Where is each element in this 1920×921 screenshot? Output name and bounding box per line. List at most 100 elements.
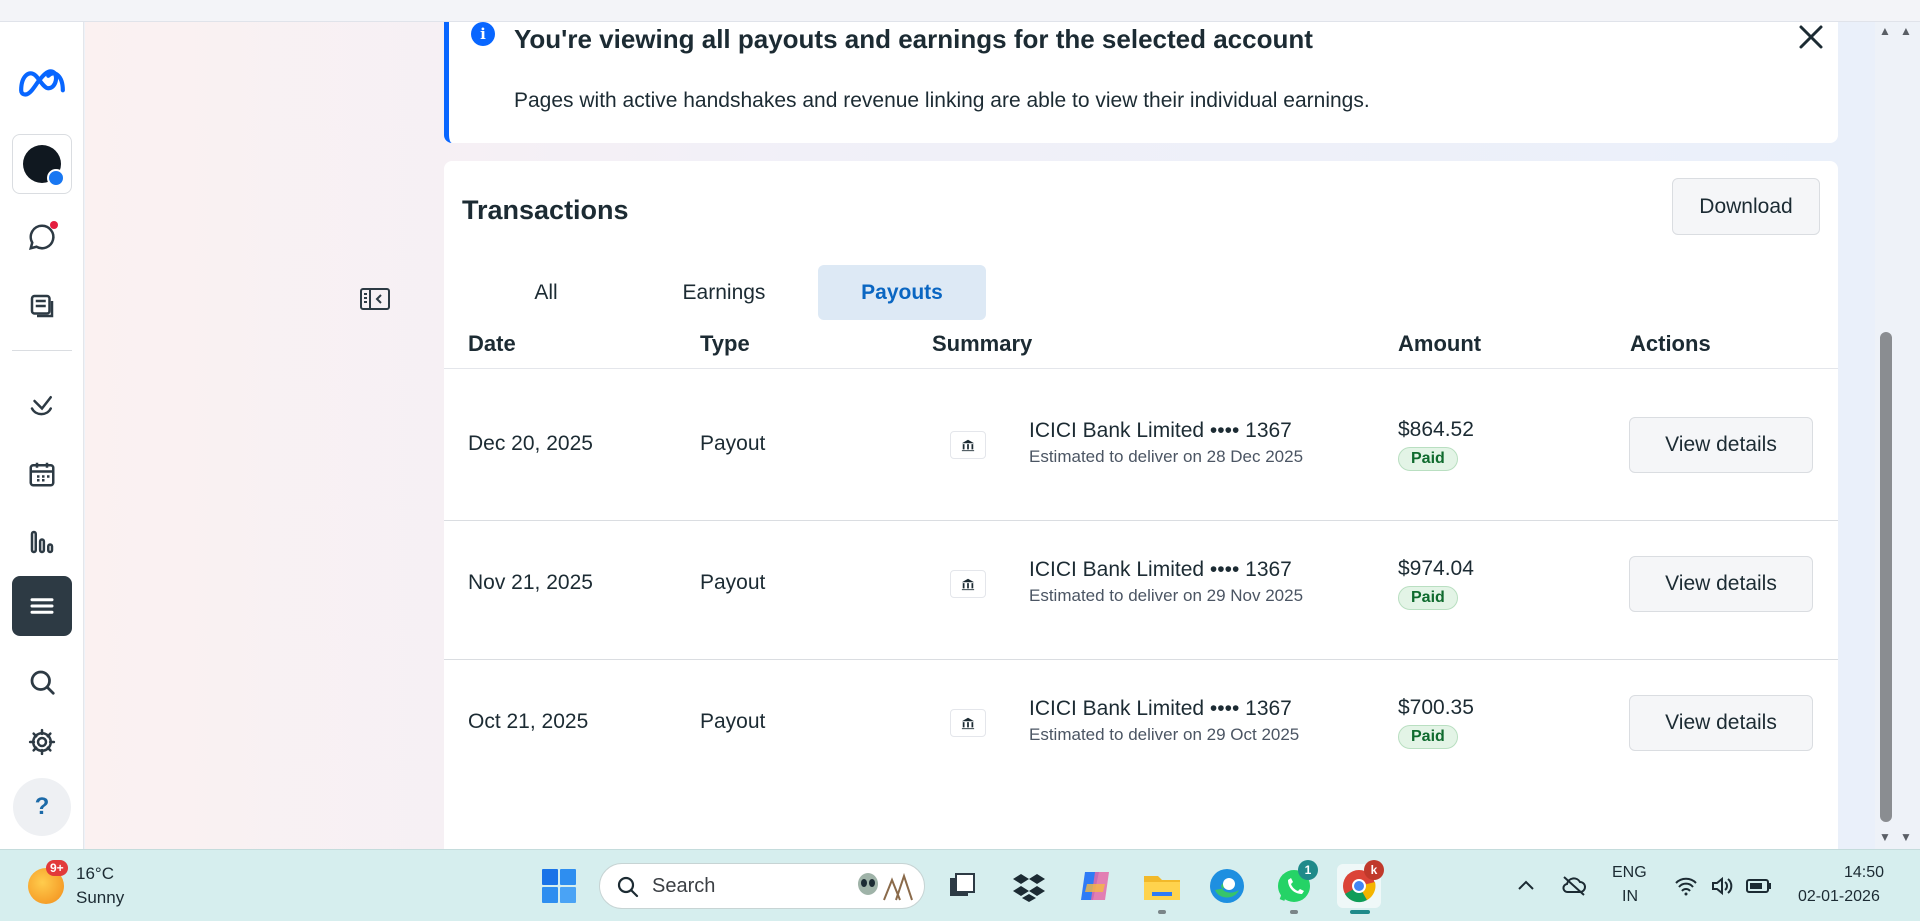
banner-title: You're viewing all payouts and earnings … — [514, 24, 1313, 54]
language-indicator-top[interactable]: ENG — [1612, 864, 1647, 882]
scroll-up-arrow-icon[interactable]: ▲ — [1900, 24, 1912, 38]
windows-start-icon[interactable] — [541, 868, 577, 904]
row-date: Oct 21, 2025 — [468, 710, 589, 733]
gear-icon — [28, 728, 56, 756]
meta-logo-icon — [19, 69, 65, 97]
edge-app[interactable] — [1205, 864, 1249, 908]
table-row: Oct 21, 2025 Payout ICICI Bank Limited •… — [444, 660, 1838, 799]
all-tools-button[interactable] — [12, 576, 72, 636]
taskbar-search[interactable] — [599, 863, 925, 909]
task-view-button[interactable] — [940, 864, 984, 908]
pen-swirl-icon — [30, 396, 52, 416]
help-icon: ? — [34, 793, 50, 820]
meta-logo-button[interactable] — [12, 52, 72, 112]
delivery-estimate: Estimated to deliver on 29 Nov 2025 — [1029, 586, 1304, 605]
transactions-card: Transactions Download All Earnings Payou… — [444, 161, 1838, 849]
scroll-up-arrow-icon[interactable]: ▲ — [1879, 24, 1891, 38]
folder-icon — [1144, 876, 1180, 900]
account-avatar-button[interactable] — [12, 134, 72, 194]
info-icon: i — [471, 22, 495, 46]
chrome-profile-badge: k — [1364, 860, 1384, 880]
bar-chart-icon — [30, 530, 54, 554]
chevron-up-icon[interactable] — [1516, 876, 1536, 896]
status-badge: Paid — [1398, 725, 1458, 749]
column-header-date[interactable]: Date — [468, 331, 516, 357]
collapse-sidebar-icon[interactable] — [360, 288, 390, 310]
task-view-icon — [950, 873, 975, 896]
whatsapp-unread-badge: 1 — [1298, 860, 1318, 880]
settings-button[interactable] — [12, 712, 72, 772]
taskbar-search-input[interactable] — [652, 872, 812, 900]
browser-tab-strip — [0, 0, 1920, 22]
insights-button[interactable] — [12, 512, 72, 572]
search-highlight-icon — [858, 872, 913, 901]
view-details-button[interactable]: View details — [1629, 556, 1813, 612]
row-amount: $974.04 — [1398, 557, 1474, 580]
row-amount: $864.52 — [1398, 418, 1474, 441]
table-row: Nov 21, 2025 Payout ICICI Bank Limited •… — [444, 521, 1838, 660]
avatar — [23, 145, 65, 187]
language-indicator-bottom[interactable]: IN — [1622, 888, 1638, 906]
table-row: Dec 20, 2025 Payout ICICI Bank Limited •… — [444, 382, 1838, 521]
search-button[interactable] — [12, 652, 72, 712]
bank-account: ICICI Bank Limited •••• 1367 — [1029, 419, 1292, 442]
help-button[interactable]: ? — [13, 778, 71, 836]
view-details-button[interactable]: View details — [1629, 695, 1813, 751]
copilot-app[interactable] — [1073, 864, 1117, 908]
planner-button[interactable] — [12, 444, 72, 504]
tab-all[interactable]: All — [462, 265, 630, 320]
bank-icon — [950, 431, 986, 459]
close-icon[interactable] — [1796, 22, 1826, 52]
row-type: Payout — [700, 571, 766, 594]
wifi-icon[interactable] — [1674, 876, 1698, 896]
scroll-down-arrow-icon[interactable]: ▼ — [1879, 830, 1891, 844]
info-banner: i You're viewing all payouts and earning… — [444, 22, 1838, 143]
column-header-amount[interactable]: Amount — [1398, 331, 1481, 357]
cloud-offline-icon[interactable] — [1561, 874, 1587, 898]
dropbox-app[interactable] — [1007, 864, 1051, 908]
banner-text: Pages with active handshakes and revenue… — [514, 89, 1370, 112]
active-indicator — [1350, 910, 1370, 914]
rail-divider — [12, 350, 72, 351]
scroll-down-arrow-icon[interactable]: ▼ — [1900, 830, 1912, 844]
row-type: Payout — [700, 710, 766, 733]
column-header-actions: Actions — [1630, 331, 1711, 356]
section-title: Transactions — [462, 195, 629, 225]
search-icon — [30, 670, 55, 695]
tab-payouts[interactable]: Payouts — [818, 265, 986, 320]
scrollbar-thumb[interactable] — [1880, 332, 1892, 822]
delivery-estimate: Estimated to deliver on 28 Dec 2025 — [1029, 447, 1304, 466]
running-indicator — [1158, 910, 1166, 914]
search-icon — [617, 876, 639, 898]
status-badge: Paid — [1398, 586, 1458, 610]
transaction-tabs: All Earnings Payouts — [462, 265, 996, 320]
weather-badge: 9+ — [46, 860, 68, 876]
running-indicator — [1290, 910, 1298, 914]
hamburger-menu-icon — [30, 598, 54, 614]
download-button[interactable]: Download — [1672, 178, 1820, 235]
left-nav-rail: ? — [0, 22, 84, 849]
copilot-icon — [1081, 872, 1109, 900]
edge-browser-icon — [1210, 869, 1244, 903]
clock-time[interactable]: 14:50 — [1844, 864, 1884, 882]
clock-date[interactable]: 02-01-2026 — [1798, 888, 1880, 906]
calendar-icon — [29, 462, 55, 487]
weather-temperature[interactable]: 16°C — [76, 864, 114, 884]
inbox-button[interactable] — [12, 207, 72, 267]
tab-earnings[interactable]: Earnings — [640, 265, 808, 320]
volume-icon[interactable] — [1710, 876, 1734, 896]
weather-condition[interactable]: Sunny — [76, 888, 124, 908]
facebook-badge-icon — [47, 169, 65, 187]
table-header: Date Type Summary Amount Actions — [444, 325, 1838, 369]
delivery-estimate: Estimated to deliver on 29 Oct 2025 — [1029, 725, 1300, 744]
windows-taskbar: 9+ 16°C Sunny 1 k ENG IN — [0, 849, 1920, 921]
battery-icon[interactable] — [1746, 878, 1772, 894]
column-header-type[interactable]: Type — [700, 331, 750, 357]
file-explorer-app[interactable] — [1140, 864, 1184, 908]
content-library-icon — [30, 294, 54, 318]
content-button[interactable] — [12, 276, 72, 336]
create-post-button[interactable] — [12, 376, 72, 436]
view-details-button[interactable]: View details — [1629, 417, 1813, 473]
column-header-summary[interactable]: Summary — [932, 331, 1032, 357]
status-badge: Paid — [1398, 447, 1458, 471]
